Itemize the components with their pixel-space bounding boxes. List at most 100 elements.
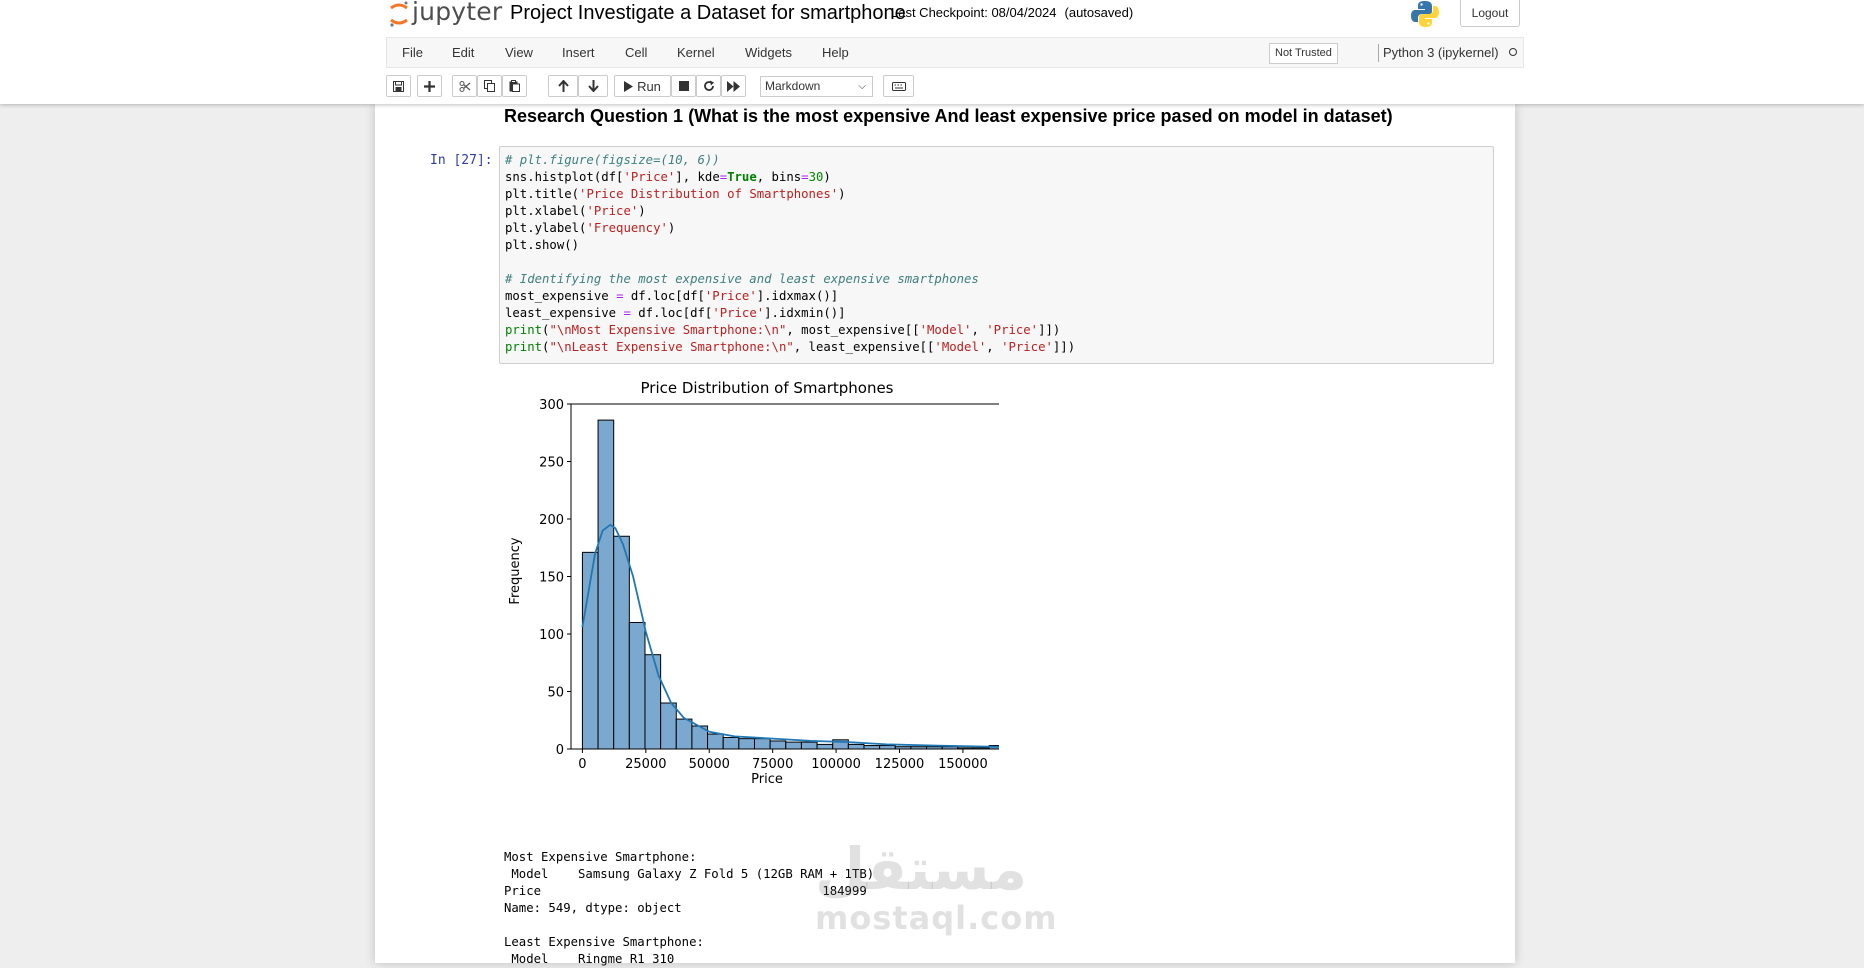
markdown-heading[interactable]: Research Question 1 (What is the most ex… [504,106,1393,127]
code-line: plt.ylabel('Frequency') [505,221,676,235]
stop-icon [678,81,689,91]
output-line: Price 184999 [504,884,867,898]
x-tick-label: 150000 [938,757,988,772]
run-label: Run [637,78,661,94]
histogram-bar [738,738,755,750]
code-line: plt.show() [505,238,580,252]
plus-icon [424,80,435,92]
cut-button[interactable] [452,75,477,97]
insert-cell-button[interactable] [417,75,442,97]
histogram-bar [769,740,787,750]
logout-button[interactable]: Logout [1460,0,1520,27]
y-tick-label: 250 [539,456,564,471]
command-palette-button[interactable] [883,75,914,97]
output-line: Name: 549, dtype: object [504,901,682,915]
move-up-button[interactable] [548,75,578,97]
arrow-up-icon [557,80,569,92]
menu-cell[interactable]: Cell [625,45,647,60]
y-tick-label: 100 [539,628,564,643]
run-button[interactable]: Run [614,75,671,97]
x-tick-label: 125000 [875,757,925,772]
menu-file[interactable]: File [402,45,423,60]
kernel-separator [1378,44,1379,62]
menu-insert[interactable]: Insert [562,45,595,60]
x-tick-label: 0 [578,757,586,772]
copy-button[interactable] [477,75,502,97]
jupyter-logo-icon [390,1,408,27]
histogram-bar [644,654,662,750]
save-button[interactable] [386,75,411,97]
copy-icon [484,80,495,92]
histogram-bar [628,622,646,750]
x-axis-ticks: 0250005000075000100000125000150000175000 [578,749,988,772]
code-line: plt.title('Price Distribution of Smartph… [505,187,846,201]
restart-icon [703,80,714,91]
histogram-bar [722,737,740,750]
x-tick-label: 25000 [625,757,666,772]
y-tick-label: 50 [547,686,564,701]
chart-title: Price Distribution of Smartphones [641,379,894,397]
x-tick-label: 50000 [689,757,730,772]
y-tick-label: 0 [556,743,564,758]
code-line: most_expensive = df.loc[df['Price'].idxm… [505,289,839,303]
restart-kernel-button[interactable] [696,75,721,97]
y-axis-ticks: 0 50 100 150 200 250 300 [539,398,571,758]
histogram-bar [785,741,802,750]
save-icon [393,80,404,92]
y-tick-label: 300 [539,398,564,413]
header-bar: jupyter Project Investigate a Dataset fo… [386,0,1524,34]
menu-kernel[interactable]: Kernel [677,45,715,60]
paste-button[interactable] [502,75,527,97]
histogram-bar [675,718,693,750]
menu-edit[interactable]: Edit [452,45,474,60]
histogram-chart: Price Distribution of Smartphones 0 25000… [508,379,999,787]
keyboard-icon [891,81,906,91]
histogram-bar [847,743,865,750]
output-line: Most Expensive Smartphone: [504,850,697,864]
jupyter-logo-text: jupyter [412,0,503,26]
menu-view[interactable]: View [505,45,533,60]
notebook-title[interactable]: Project Investigate a Dataset for smartp… [510,0,906,26]
code-cell-editor[interactable]: # plt.figure(figsize=(10, 6)) sns.histpl… [499,146,1494,364]
paste-icon [509,80,520,92]
move-down-button[interactable] [578,75,608,97]
histogram-bar [707,733,724,750]
histogram-bar [863,745,881,750]
output-line: Model Samsung Galaxy Z Fold 5 (12GB RAM … [504,867,875,881]
cell-type-value: Markdown [765,79,821,93]
kernel-name[interactable]: Python 3 (ipykernel) [1383,45,1499,60]
code-line: # Identifying the most expensive and lea… [505,272,979,286]
menu-bar: File Edit View Insert Cell Kernel Widget… [386,37,1524,68]
checkpoint-status: Last Checkpoint: 08/04/2024 (autosaved) [891,5,1133,20]
histogram-bar [660,702,677,750]
python-logo-icon [1410,0,1440,33]
histogram-bar [816,743,834,750]
cell-type-select[interactable]: Markdown ⌵ [760,76,873,97]
notebook-toolbar: Run Markdown ⌵ [386,75,1524,99]
histogram-bar [800,741,818,750]
menu-widgets[interactable]: Widgets [745,45,792,60]
code-line: print("\nLeast Expensive Smartphone:\n",… [505,340,1076,354]
interrupt-kernel-button[interactable] [671,75,696,97]
restart-run-all-button[interactable] [721,75,746,97]
code-line: print("\nMost Expensive Smartphone:\n", … [505,323,1061,337]
y-tick-label: 150 [539,571,564,586]
trust-status-button[interactable]: Not Trusted [1269,43,1338,64]
fast-forward-icon [727,80,740,92]
output-line: Model Ringme R1 310 [504,952,675,966]
autosave-status: (autosaved) [1064,5,1134,20]
chevron-down-icon: ⌵ [858,81,866,92]
y-tick-label: 200 [539,513,564,528]
cell-output: Most Expensive Smartphone: Model Samsung… [504,849,874,968]
code-line: # plt.figure(figsize=(10, 6)) [505,153,720,167]
output-line: Least Expensive Smartphone: [504,935,704,949]
histogram-bar [753,738,771,750]
histogram-bar [613,535,630,750]
x-axis-label: Price [751,772,783,787]
jupyter-logo[interactable]: jupyter [388,0,502,28]
input-prompt: In [27]: [430,153,493,168]
menu-help[interactable]: Help [822,45,849,60]
x-tick-label: 100000 [811,757,861,772]
histogram-bar [597,419,615,750]
arrow-down-icon [587,80,599,92]
